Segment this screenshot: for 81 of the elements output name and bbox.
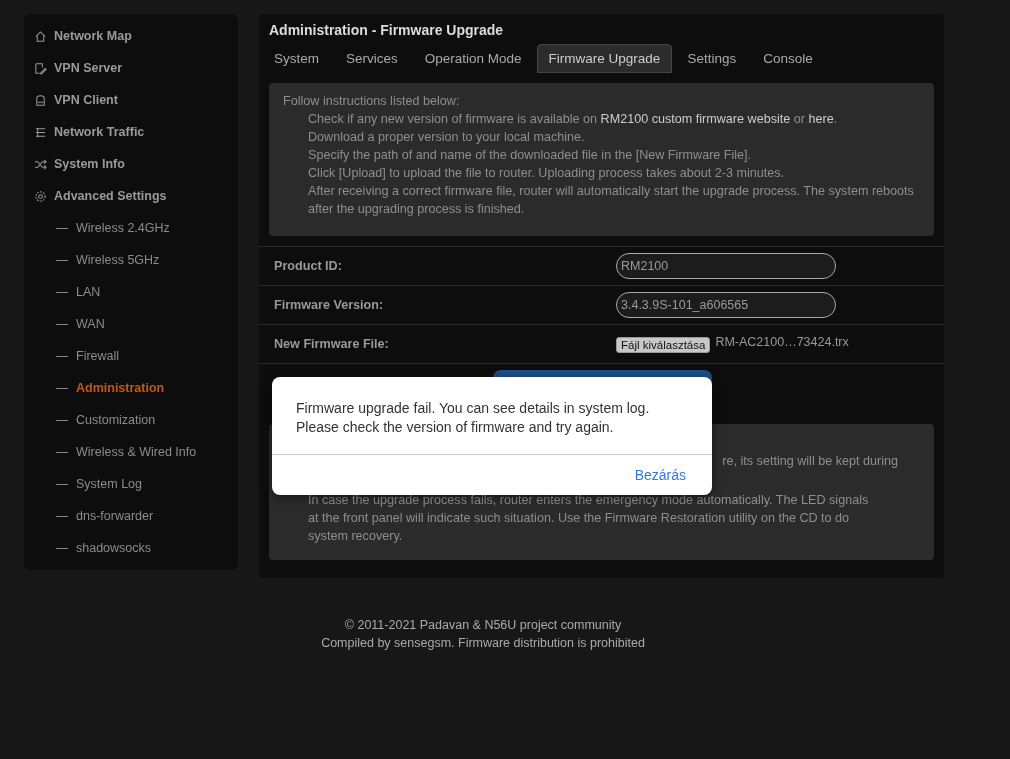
text-field[interactable]: RM2100: [616, 253, 836, 279]
sidebar-item[interactable]: VPN Client: [24, 84, 238, 116]
sidebar-subitem[interactable]: dns-forwarder: [24, 500, 238, 532]
instruction-step: Download a proper version to your local machine.: [283, 128, 920, 146]
note-text: re, its setting will be kept during: [721, 453, 899, 470]
dash-icon: [56, 323, 68, 325]
list-icon: [34, 125, 47, 139]
dialog-message: Firmware upgrade fail. You can see details in system log. Please check the version of firmware and try again.: [272, 377, 712, 455]
item-label: VPN Client: [54, 93, 118, 107]
sidebar-item[interactable]: VPN Server: [24, 52, 238, 84]
item-label: Wireless 2.4GHz: [76, 221, 170, 235]
instruction-step: Specify the path of and name of the downloaded file in the [New Firmware File].: [283, 146, 920, 164]
instruction-step: Check if any new version of firmware is available on RM2100 custom firmware website or here.: [283, 110, 920, 128]
item-label: shadowsocks: [76, 541, 152, 555]
sidebar-subitem[interactable]: System Log: [24, 468, 238, 500]
item-label: Customization: [76, 413, 156, 427]
dash-icon: [56, 355, 68, 357]
close-button[interactable]: Bezárás: [632, 463, 688, 487]
choose-file-button[interactable]: Fájl kiválasztása: [616, 337, 711, 353]
item-label: Administration: [76, 381, 165, 395]
sidebar-item[interactable]: Network Map: [24, 20, 238, 52]
item-label: Network Map: [54, 29, 132, 43]
firmware-website-link[interactable]: RM2100 custom firmware website: [600, 112, 791, 126]
dash-icon: [56, 387, 68, 389]
instruction-step: Click [Upload] to upload the file to router. Uploading process takes about 2-3 minutes.: [283, 164, 920, 182]
item-label: WAN: [76, 317, 105, 331]
note-text: system recovery.: [308, 528, 404, 545]
sidebar-subitem[interactable]: Firewall: [24, 340, 238, 372]
item-label: VPN Server: [54, 61, 123, 75]
dash-icon: [56, 515, 68, 517]
dash-icon: [56, 227, 68, 229]
dash-icon: [56, 419, 68, 421]
dash-icon: [56, 291, 68, 293]
instructions-intro: Follow instructions listed below:: [283, 93, 461, 110]
tab[interactable]: Services: [334, 44, 410, 73]
item-label: System Info: [54, 157, 125, 171]
item-label: Wireless & Wired Info: [76, 445, 197, 459]
sidebar-item[interactable]: System Info: [24, 148, 238, 180]
item-label: dns-forwarder: [76, 509, 154, 523]
note-text: at the front panel will indicate such situation. Use the Firmware Restoration utility on the CD to do: [308, 510, 851, 527]
note-text: In case the upgrade process fails, router enters the emergency mode automatically. The LED signals: [308, 492, 870, 509]
settings-icon: [34, 189, 47, 203]
document-icon: [34, 61, 47, 75]
item-label: Wireless 5GHz: [76, 253, 160, 267]
item-label: Advanced Settings: [54, 189, 167, 203]
sidebar-subitem[interactable]: Wireless & Wired Info: [24, 436, 238, 468]
sidebar-subitem[interactable]: Customization: [24, 404, 238, 436]
file-name: RM-AC2100…73424.trx: [715, 335, 849, 349]
sidebar-item[interactable]: Advanced Settings: [24, 180, 238, 212]
dash-icon: [56, 259, 68, 261]
page-title: Administration - Firmware Upgrade: [269, 22, 505, 38]
field-label: Product ID:: [273, 259, 343, 273]
field-label: Firmware Version:: [273, 298, 385, 312]
sidebar-subitem[interactable]: Wireless 2.4GHz: [24, 212, 238, 244]
sidebar-subitem[interactable]: WAN: [24, 308, 238, 340]
item-label: Network Traffic: [54, 125, 145, 139]
item-label: Firewall: [76, 349, 120, 363]
dash-icon: [56, 483, 68, 485]
footer-text: Compiled by sensegsm. Firmware distribution is prohibited: [320, 635, 646, 652]
instruction-step: After receiving a correct firmware file, router will automatically start the upgrade process. The system reboots after the upgrading process is finished.: [283, 182, 920, 218]
drive-icon: [34, 93, 47, 107]
field-label: New Firmware File:: [273, 337, 390, 351]
item-label: System Log: [76, 477, 142, 491]
tab[interactable]: Settings: [675, 44, 749, 73]
shuffle-icon: [34, 157, 47, 171]
tab[interactable]: Console: [751, 44, 825, 73]
sidebar-item[interactable]: Network Traffic: [24, 116, 238, 148]
sidebar-subitem[interactable]: Administration: [24, 372, 238, 404]
here-link[interactable]: here: [808, 112, 834, 126]
sidebar-subitem[interactable]: Wireless 5GHz: [24, 244, 238, 276]
sidebar-subitem[interactable]: shadowsocks: [24, 532, 238, 564]
tab[interactable]: System: [262, 44, 331, 73]
tab[interactable]: Operation Mode: [412, 44, 534, 73]
dash-icon: [56, 451, 68, 453]
footer-text: © 2011-2021 Padavan & N56U project community: [343, 617, 623, 634]
text-field[interactable]: 3.4.3.9S-101_a606565: [616, 292, 836, 318]
sidebar-subitem[interactable]: LAN: [24, 276, 238, 308]
tab[interactable]: Firmware Upgrade: [536, 44, 673, 73]
item-label: LAN: [76, 285, 101, 299]
home-icon: [34, 29, 47, 43]
dash-icon: [56, 547, 68, 549]
